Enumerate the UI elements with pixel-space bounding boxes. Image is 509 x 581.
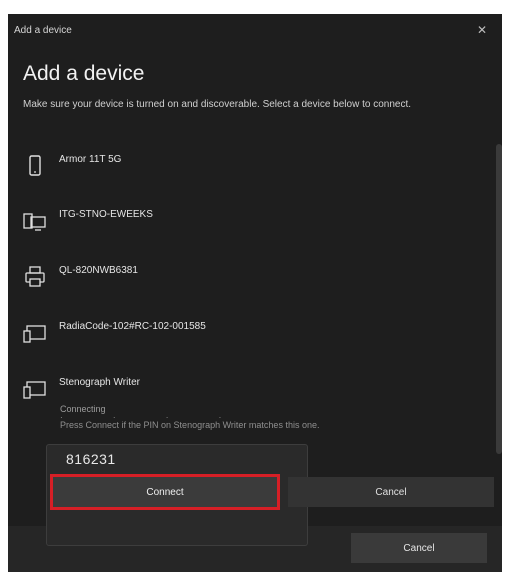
window-title: Add a device [14, 24, 72, 36]
bluetooth-device-icon [23, 322, 47, 344]
connect-button[interactable]: Connect [53, 477, 277, 507]
device-name: RadiaCode-102#RC-102-001585 [59, 321, 206, 332]
close-icon[interactable]: ✕ [472, 23, 492, 37]
device-item-ql[interactable]: QL-820NWB6381 [23, 263, 488, 297]
bluetooth-device-icon [23, 378, 47, 400]
computer-icon [23, 210, 47, 232]
pin-code: 816231 [66, 451, 116, 467]
page-title: Add a device [23, 62, 145, 85]
phone-icon [23, 155, 47, 177]
cancel-pairing-button[interactable]: Cancel [288, 477, 494, 507]
cancel-button[interactable]: Cancel [351, 533, 487, 563]
device-name: ITG-STNO-EWEEKS [59, 209, 153, 220]
device-name: Stenograph Writer [59, 377, 140, 388]
printer-icon [23, 266, 47, 288]
title-bar: Add a device ✕ [8, 14, 502, 46]
device-item-radiacode[interactable]: RadiaCode-102#RC-102-001585 [23, 319, 488, 353]
device-name: QL-820NWB6381 [59, 265, 138, 276]
instructions-text: Make sure your device is turned on and d… [23, 99, 411, 110]
add-device-dialog: Add a device ✕ Add a device Make sure yo… [8, 14, 502, 572]
device-item-armor[interactable]: Armor 11T 5G [23, 152, 488, 186]
device-name: Armor 11T 5G [59, 154, 122, 165]
scrollbar[interactable] [496, 144, 502, 454]
pin-hint-text: Press Connect if the PIN on Stenograph W… [60, 420, 320, 430]
device-item-itg[interactable]: ITG-STNO-EWEEKS [23, 207, 488, 241]
